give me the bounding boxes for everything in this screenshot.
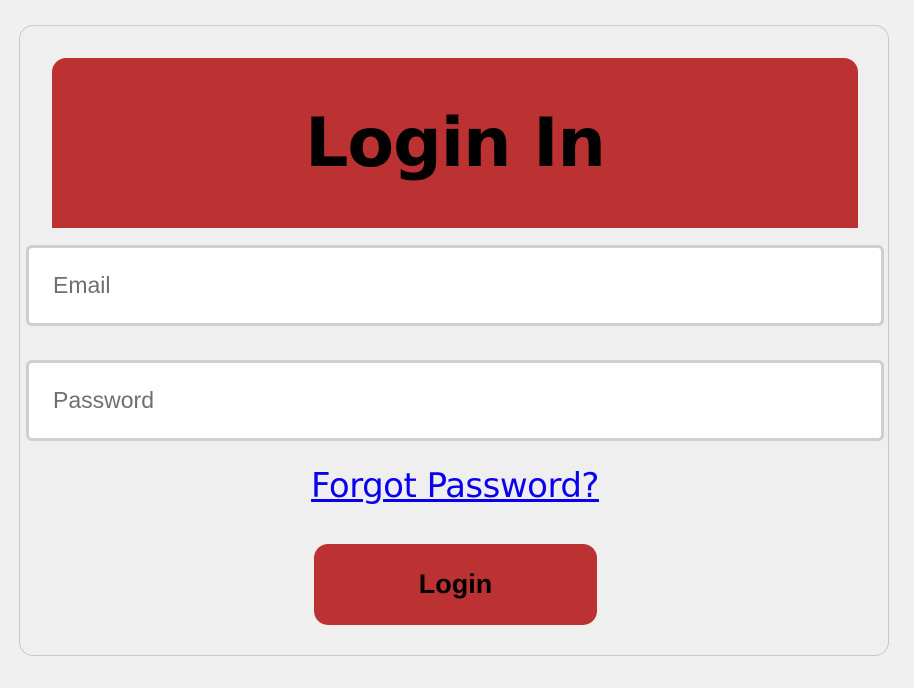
email-field[interactable] bbox=[26, 245, 884, 326]
login-button[interactable]: Login bbox=[314, 544, 597, 625]
password-field[interactable] bbox=[26, 360, 884, 441]
login-card: Login In Forgot Password? Login bbox=[19, 25, 889, 656]
forgot-password-link[interactable]: Forgot Password? bbox=[20, 466, 890, 507]
page-title: Login In bbox=[305, 104, 606, 183]
header-banner: Login In bbox=[52, 58, 858, 228]
